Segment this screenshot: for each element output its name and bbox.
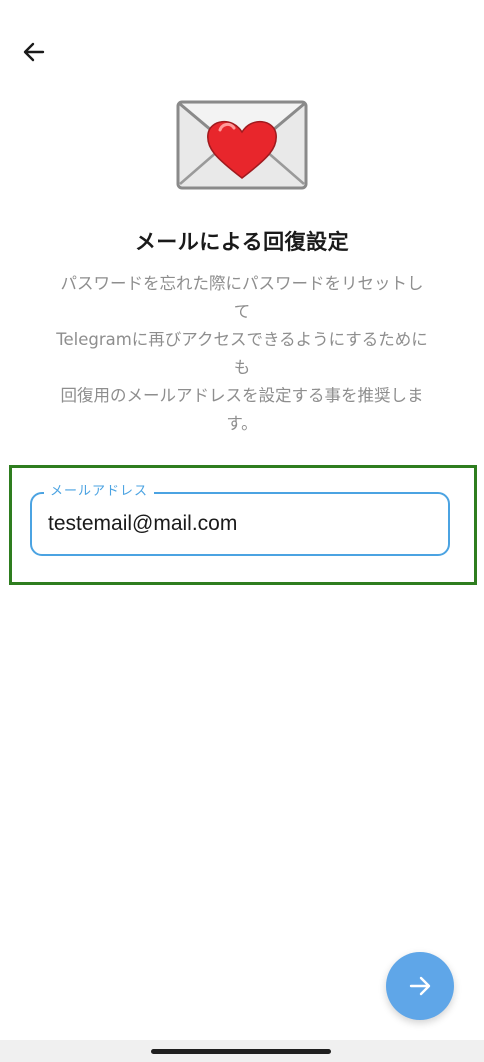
email-field[interactable]: メールアドレス: [30, 483, 450, 556]
description-line: も: [233, 358, 251, 377]
description-line: 回復用のメールアドレスを設定する事を推奨しま: [60, 386, 424, 405]
next-button[interactable]: [386, 952, 454, 1020]
description-line: Telegramに再びアクセスできるようにするために: [56, 330, 428, 349]
system-nav-bar: [0, 1040, 484, 1062]
email-input[interactable]: [48, 494, 428, 554]
back-button[interactable]: [14, 32, 54, 72]
description-line: す。: [226, 414, 258, 433]
envelope-heart-icon: [176, 100, 308, 190]
page-title: メールによる回復設定: [134, 230, 350, 254]
description-line: て: [233, 302, 251, 321]
arrow-right-icon: [409, 976, 431, 996]
description-line: パスワードを忘れた際にパスワードをリセットし: [60, 274, 424, 293]
home-indicator[interactable]: [151, 1049, 331, 1054]
description-text: パスワードを忘れた際にパスワードをリセットし て Telegramに再びアクセス…: [34, 270, 450, 438]
arrow-left-icon: [23, 42, 45, 62]
